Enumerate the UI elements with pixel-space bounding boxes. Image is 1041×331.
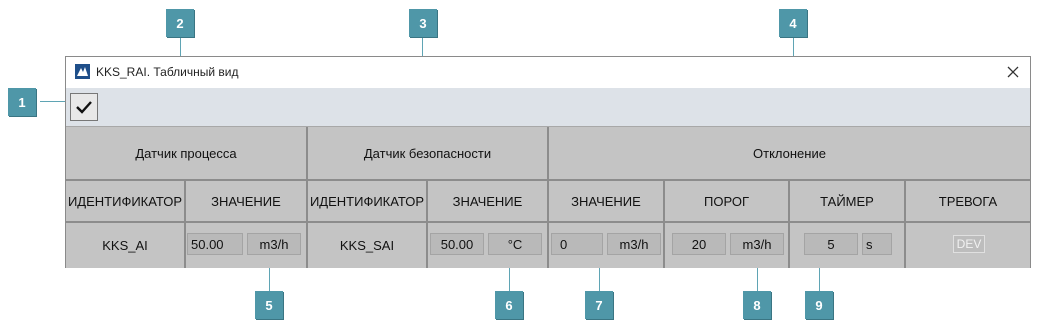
callout-badge-7: 7 xyxy=(585,291,613,319)
header-deviation: Отклонение xyxy=(549,127,1030,181)
callout-badge-2: 2 xyxy=(166,9,194,37)
process-unit-field: m3/h xyxy=(247,233,301,255)
app-logo-icon xyxy=(75,64,90,79)
safety-value-field[interactable]: 50.00 xyxy=(430,233,484,255)
callout-badge-9: 9 xyxy=(805,291,833,319)
callout-badge-4: 4 xyxy=(779,9,807,37)
callout-badge-3: 3 xyxy=(409,9,437,37)
alarm-status-badge: DEV xyxy=(953,235,985,253)
deviation-unit-field: m3/h xyxy=(607,233,661,255)
checkmark-icon xyxy=(76,101,92,114)
col-threshold: ПОРОГ xyxy=(665,181,790,223)
safety-id-cell: KKS_SAI xyxy=(308,223,428,268)
close-icon xyxy=(1007,66,1019,78)
timer-unit-field: s xyxy=(862,233,892,255)
col-timer: ТАЙМЕР xyxy=(790,181,906,223)
toolbar xyxy=(66,88,1030,127)
process-id-cell: KKS_AI xyxy=(66,223,186,268)
close-button[interactable] xyxy=(1002,61,1024,83)
col-process-value: ЗНАЧЕНИЕ xyxy=(186,181,308,223)
callout-badge-1: 1 xyxy=(8,88,36,116)
col-safety-id: ИДЕНТИФИКАТОР xyxy=(308,181,428,223)
col-deviation-value: ЗНАЧЕНИЕ xyxy=(549,181,665,223)
threshold-value-field[interactable]: 20 xyxy=(672,233,726,255)
header-process-sensor: Датчик процесса xyxy=(66,127,308,181)
deviation-value-field[interactable]: 0 xyxy=(551,233,603,255)
process-value-field[interactable]: 50.00 xyxy=(187,233,243,255)
callout-badge-6: 6 xyxy=(495,291,523,319)
window-title: KKS_RAI. Табличный вид xyxy=(96,65,239,79)
col-process-id: ИДЕНТИФИКАТОР xyxy=(66,181,186,223)
threshold-unit-field: m3/h xyxy=(730,233,784,255)
callout-badge-8: 8 xyxy=(743,291,771,319)
col-safety-value: ЗНАЧЕНИЕ xyxy=(428,181,549,223)
apply-button[interactable] xyxy=(70,93,98,121)
callout-badge-5: 5 xyxy=(255,291,283,319)
safety-unit-field: °C xyxy=(488,233,542,255)
col-alarm: ТРЕВОГА xyxy=(906,181,1030,223)
table-view-window: KKS_RAI. Табличный вид Датчик процесса Д… xyxy=(65,56,1031,268)
header-safety-sensor: Датчик безопасности xyxy=(308,127,549,181)
title-bar: KKS_RAI. Табличный вид xyxy=(66,57,1030,89)
timer-value-field[interactable]: 5 xyxy=(804,233,858,255)
